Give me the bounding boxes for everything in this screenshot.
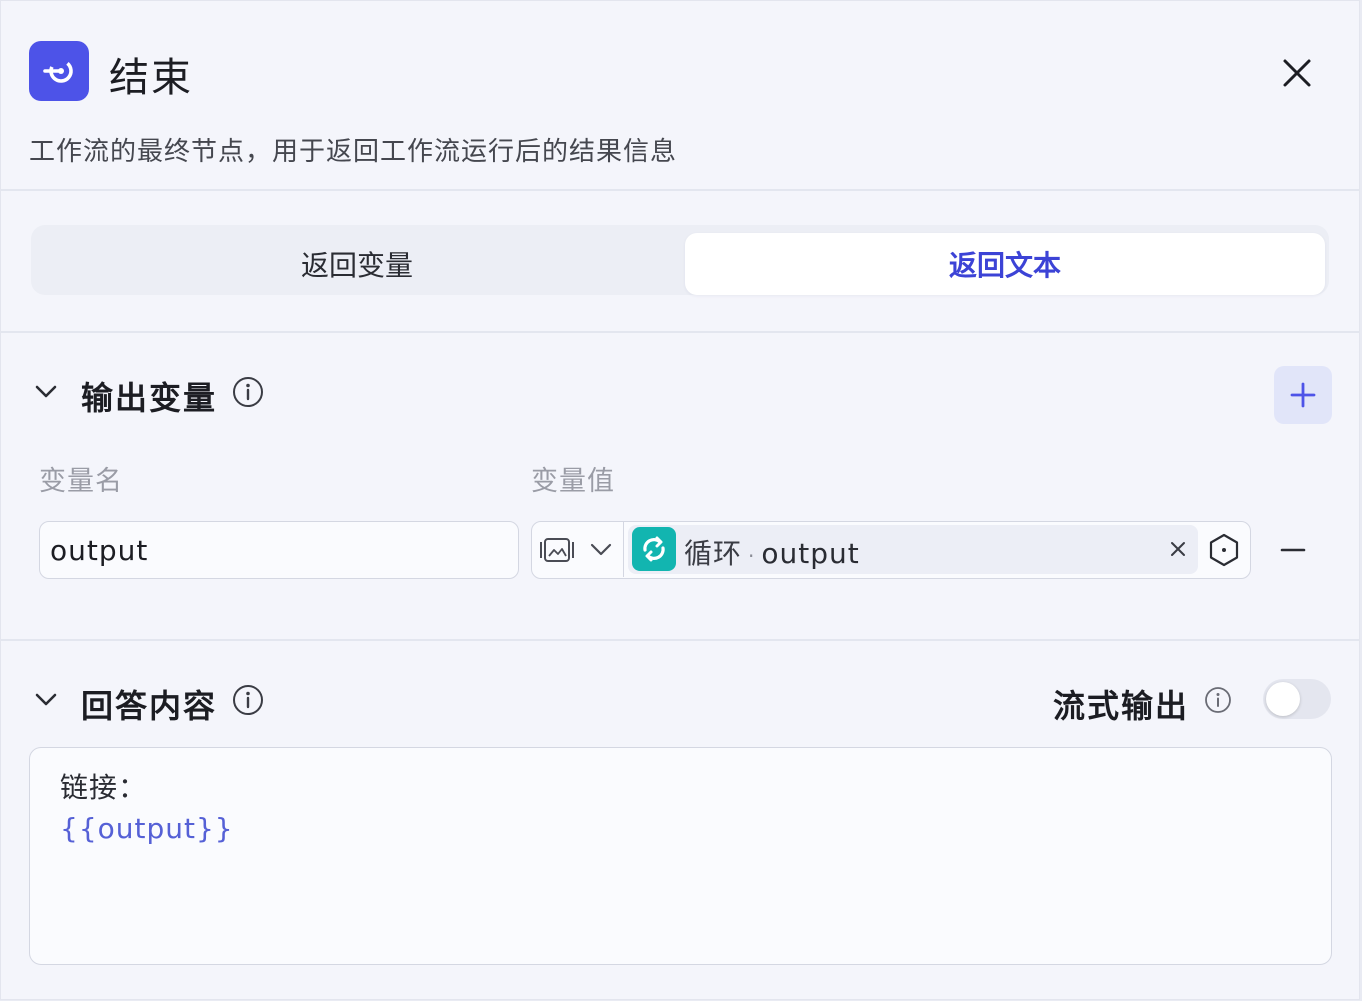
value-type-select[interactable] xyxy=(532,522,624,577)
variable-name-label: 变量名 xyxy=(39,466,123,497)
plus-icon xyxy=(1290,382,1316,408)
variable-reference-tag[interactable]: 循环 · output xyxy=(628,525,1198,574)
minus-icon[interactable] xyxy=(1273,535,1313,565)
answer-text-line: 链接： xyxy=(60,771,148,804)
answer-content-editor[interactable]: 链接： {{output}} xyxy=(29,747,1332,965)
panel-header: 结束 工作流的最终节点，用于返回工作流运行后的结果信息 xyxy=(1,1,1359,191)
tab-return-text[interactable]: 返回文本 xyxy=(685,233,1325,295)
end-node-panel: 结束 工作流的最终节点，用于返回工作流运行后的结果信息 返回变量 返回文本 输出… xyxy=(0,0,1360,1000)
chevron-down-icon xyxy=(590,543,612,555)
reference-node-name: 循环 xyxy=(684,537,743,570)
return-mode-section: 返回变量 返回文本 xyxy=(1,193,1359,333)
chevron-down-icon[interactable] xyxy=(31,685,61,715)
node-title: 结束 xyxy=(109,55,193,101)
node-description: 工作流的最终节点，用于返回工作流运行后的结果信息 xyxy=(29,137,678,167)
add-variable-button[interactable] xyxy=(1274,366,1332,424)
end-node-icon xyxy=(29,41,89,101)
answer-variable-token: {{output}} xyxy=(60,812,234,845)
stream-output-toggle[interactable] xyxy=(1263,679,1331,719)
tab-return-variables[interactable]: 返回变量 xyxy=(37,233,677,295)
info-icon[interactable] xyxy=(1203,685,1233,715)
output-variables-section: 输出变量 变量名 变量值 output 循环 · output xyxy=(1,335,1359,641)
reference-variable-name: output xyxy=(761,537,860,570)
return-mode-switch: 返回变量 返回文本 xyxy=(31,225,1329,295)
close-icon[interactable] xyxy=(1271,47,1323,99)
answer-content-title: 回答内容 xyxy=(81,687,218,725)
variable-value-field: 循环 · output xyxy=(531,521,1251,579)
variable-name-input[interactable] xyxy=(39,521,519,579)
reference-text: 循环 · output xyxy=(684,532,860,572)
info-icon[interactable] xyxy=(231,683,265,717)
loop-icon xyxy=(632,527,676,571)
output-variables-title: 输出变量 xyxy=(81,379,218,417)
toggle-knob xyxy=(1266,682,1300,716)
chevron-down-icon[interactable] xyxy=(31,377,61,407)
variable-value-label: 变量值 xyxy=(531,466,615,497)
answer-content-section: 回答内容 流式输出 链接： {{output}} xyxy=(1,643,1359,1001)
reference-separator: · xyxy=(748,544,756,568)
image-type-icon xyxy=(540,537,574,562)
hexagon-settings-icon[interactable] xyxy=(1206,532,1242,568)
clear-x-icon[interactable] xyxy=(1164,535,1192,563)
stream-output-label: 流式输出 xyxy=(1053,687,1190,725)
info-icon[interactable] xyxy=(231,375,265,409)
